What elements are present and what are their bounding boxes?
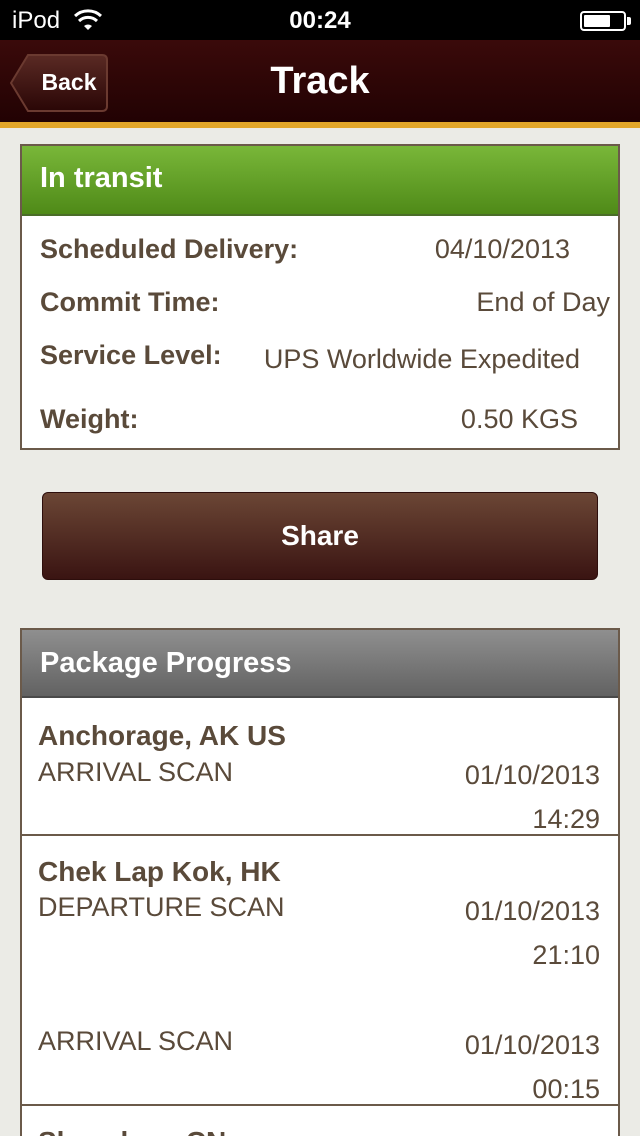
weight-label: Weight: [40, 404, 139, 434]
shipment-status-card: In transit Scheduled Delivery: 04/10/201… [20, 144, 620, 450]
list-item[interactable]: Chek Lap Kok, HK DEPARTURE SCAN 01/10/20… [22, 836, 618, 1106]
event-time: 21:10 [532, 940, 600, 970]
status-header: In transit [22, 146, 618, 216]
event-time: 14:29 [532, 804, 600, 834]
event-date: 01/10/2013 [464, 1030, 600, 1060]
list-item[interactable]: Anchorage, AK US ARRIVAL SCAN 01/10/2013… [22, 698, 618, 836]
nav-bar: Back Track [0, 40, 640, 128]
scheduled-delivery-label: Scheduled Delivery: [40, 234, 299, 264]
event-date: 01/10/2013 [464, 896, 600, 926]
location-name: Anchorage, AK US [38, 720, 286, 751]
service-level-label: Service Level: [40, 340, 222, 370]
status-header-label: In transit [40, 162, 163, 194]
event-date: 01/10/2013 [464, 760, 600, 790]
clock: 00:24 [289, 7, 351, 34]
service-level-value: UPS Worldwide Expedited [263, 344, 580, 374]
package-progress-card: Package Progress Anchorage, AK US ARRIVA… [20, 628, 620, 1136]
nav-accent-divider [0, 122, 640, 128]
list-item[interactable]: Shenzhen, CN [22, 1106, 618, 1136]
event-time: 00:15 [532, 1074, 600, 1104]
event-description: ARRIVAL SCAN [38, 1026, 234, 1056]
commit-time-value: End of Day [476, 287, 610, 317]
event-description: ARRIVAL SCAN [38, 757, 234, 787]
commit-time-label: Commit Time: [40, 287, 220, 317]
progress-header-label: Package Progress [40, 647, 292, 679]
battery-icon [580, 11, 631, 31]
scheduled-delivery-value: 04/10/2013 [434, 234, 570, 264]
location-name: Chek Lap Kok, HK [38, 856, 281, 887]
status-bar: iPod 00:24 [0, 0, 640, 40]
weight-value: 0.50 KGS [460, 404, 578, 434]
share-button[interactable]: Share [42, 492, 598, 580]
page-title: Track [270, 60, 370, 102]
event-description: DEPARTURE SCAN [38, 892, 285, 922]
location-name: Shenzhen, CN [38, 1126, 226, 1136]
progress-header: Package Progress [22, 630, 618, 698]
